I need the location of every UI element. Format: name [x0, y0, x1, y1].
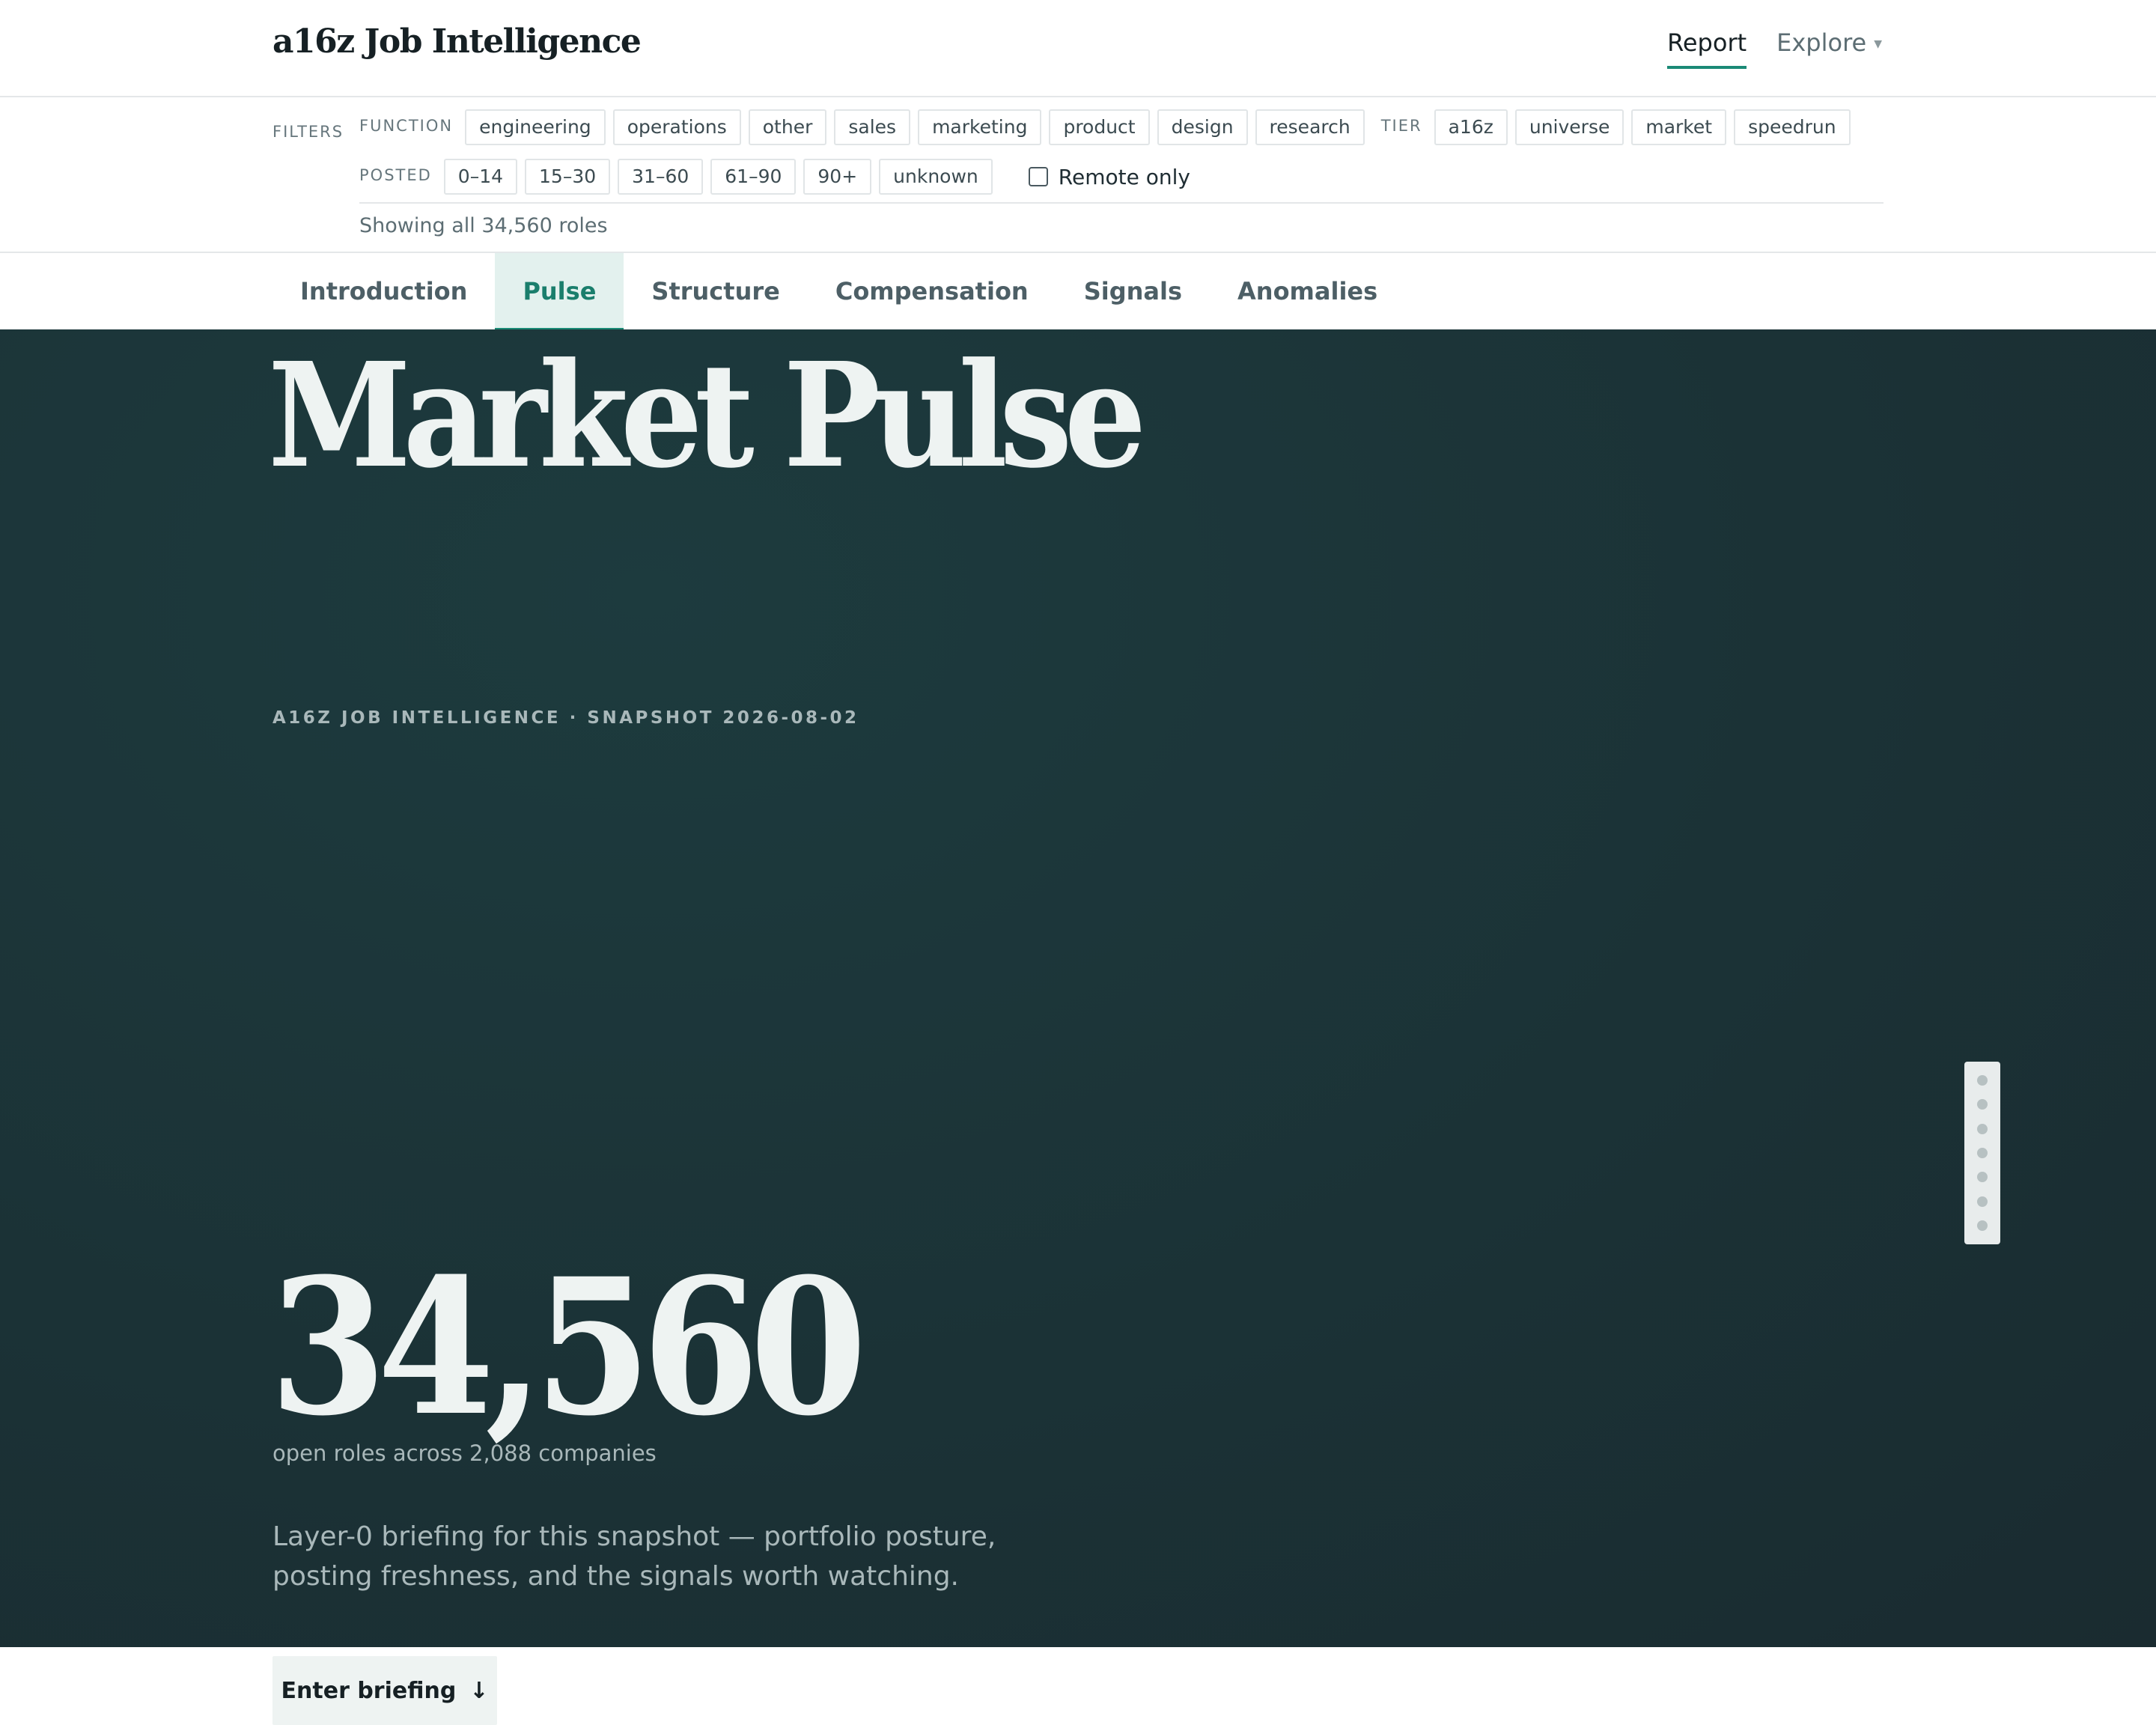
chip-posted-61-90[interactable]: 61–90 [710, 159, 797, 195]
chip-function-other[interactable]: other [748, 109, 827, 145]
posted-label: POSTED [359, 166, 432, 184]
filters-label: FILTERS [272, 123, 344, 141]
chip-tier-market[interactable]: market [1631, 109, 1727, 145]
results-count: Showing all 34,560 roles [359, 214, 608, 237]
chip-function-engineering[interactable]: engineering [465, 109, 606, 145]
nav-report-label: Report [1667, 28, 1747, 57]
remote-only-label: Remote only [1058, 164, 1190, 189]
top-bar: a16z Job Intelligence Report Explore ▼ [0, 0, 2156, 97]
chip-function-operations[interactable]: operations [612, 109, 741, 145]
rail-dot[interactable] [1977, 1172, 1988, 1183]
chip-function-marketing[interactable]: marketing [918, 109, 1042, 145]
tab-pulse[interactable]: Pulse [495, 253, 624, 331]
rail-dot[interactable] [1977, 1075, 1988, 1086]
filter-row-posted: POSTED 0–14 15–30 31–60 61–90 90+ unknow… [359, 159, 1190, 195]
chip-function-product[interactable]: product [1049, 109, 1150, 145]
section-tabs: Introduction Pulse Structure Compensatio… [0, 253, 2156, 331]
caret-down-icon: ▼ [1874, 38, 1882, 50]
section-progress-rail [1964, 1062, 2000, 1244]
enter-briefing-button[interactable]: Enter briefing ↓ [272, 1656, 497, 1725]
chip-function-research[interactable]: research [1255, 109, 1365, 145]
filter-row-function-tier: FUNCTION engineering operations other sa… [359, 109, 1858, 145]
hero-eyebrow: A16Z JOB INTELLIGENCE · SNAPSHOT 2026-08… [272, 708, 859, 728]
rail-dot[interactable] [1977, 1220, 1988, 1231]
chip-function-design[interactable]: design [1157, 109, 1248, 145]
remote-only-checkbox[interactable] [1028, 167, 1048, 186]
chip-function-sales[interactable]: sales [834, 109, 911, 145]
chip-posted-unknown[interactable]: unknown [879, 159, 993, 195]
chip-tier-a16z[interactable]: a16z [1434, 109, 1508, 145]
roles-caption: open roles across 2,088 companies [272, 1440, 657, 1466]
tier-label: TIER [1380, 117, 1422, 135]
hero-section: A16Z JOB INTELLIGENCE · SNAPSHOT 2026-08… [0, 329, 2156, 1725]
hero-description: Layer-0 briefing for this snapshot — por… [272, 1521, 996, 1592]
chip-posted-15-30[interactable]: 15–30 [525, 159, 611, 195]
nav-explore-label: Explore [1776, 28, 1867, 57]
brand-logo[interactable]: a16z Job Intelligence [272, 22, 642, 61]
filters-panel: FILTERS FUNCTION engineering operations … [0, 97, 2156, 253]
rail-dot[interactable] [1977, 1123, 1988, 1134]
tab-structure[interactable]: Structure [624, 253, 807, 331]
chip-posted-90-plus[interactable]: 90+ [803, 159, 872, 195]
nav-report[interactable]: Report [1667, 28, 1747, 69]
arrow-down-icon: ↓ [469, 1677, 489, 1704]
tab-compensation[interactable]: Compensation [808, 253, 1056, 331]
chip-posted-31-60[interactable]: 31–60 [618, 159, 704, 195]
tab-anomalies[interactable]: Anomalies [1210, 253, 1405, 331]
chip-tier-speedrun[interactable]: speedrun [1734, 109, 1851, 145]
total-roles-number: 34,560 [270, 1237, 867, 1457]
rail-dot[interactable] [1977, 1099, 1988, 1110]
hero-title: Market Pulse [268, 332, 1147, 500]
remote-only-toggle[interactable]: Remote only [1028, 164, 1190, 189]
enter-briefing-label: Enter briefing [281, 1677, 457, 1704]
rail-dot[interactable] [1977, 1196, 1988, 1207]
chip-posted-0-14[interactable]: 0–14 [443, 159, 518, 195]
nav-explore[interactable]: Explore ▼ [1776, 28, 1882, 66]
filters-divider [359, 202, 1884, 204]
tab-signals[interactable]: Signals [1056, 253, 1210, 331]
chip-tier-universe[interactable]: universe [1514, 109, 1624, 145]
rail-dot[interactable] [1977, 1147, 1988, 1158]
top-nav: Report Explore ▼ [1667, 28, 1882, 69]
tab-introduction[interactable]: Introduction [272, 253, 495, 331]
function-label: FUNCTION [359, 117, 454, 135]
